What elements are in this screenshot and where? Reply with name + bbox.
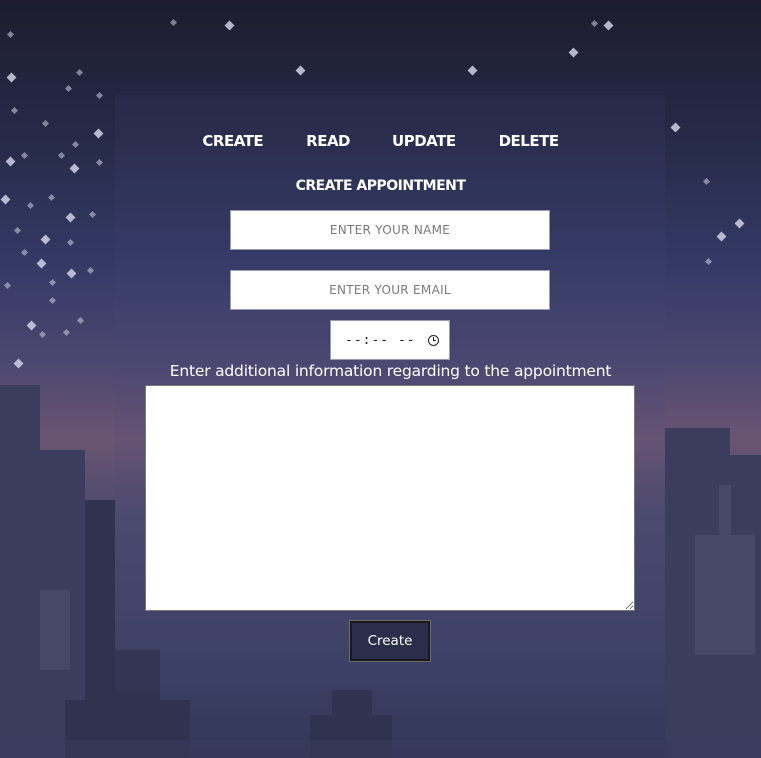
star-decoration	[75, 68, 84, 77]
star-decoration	[3, 281, 12, 290]
star-decoration	[169, 18, 178, 27]
star-decoration	[224, 20, 235, 31]
star-decoration	[568, 47, 579, 58]
time-input[interactable]: --:-- --	[330, 320, 450, 360]
star-decoration	[603, 20, 614, 31]
clock-icon[interactable]	[428, 334, 439, 346]
name-input[interactable]	[230, 210, 550, 250]
star-decoration	[26, 320, 37, 331]
star-decoration	[48, 278, 57, 287]
star-decoration	[5, 156, 16, 167]
star-decoration	[716, 231, 727, 242]
star-decoration	[670, 122, 681, 133]
star-decoration	[95, 158, 104, 167]
star-decoration	[95, 91, 104, 100]
star-decoration	[6, 72, 17, 83]
star-decoration	[76, 316, 85, 325]
building-silhouette	[719, 485, 731, 545]
star-decoration	[36, 258, 47, 269]
star-decoration	[47, 193, 56, 202]
star-decoration	[64, 84, 73, 93]
star-decoration	[48, 296, 57, 305]
star-decoration	[88, 210, 97, 219]
star-decoration	[26, 201, 35, 210]
star-decoration	[57, 151, 66, 160]
star-decoration	[66, 238, 75, 247]
crud-nav: CREATE READ UPDATE DELETE	[0, 132, 761, 150]
star-decoration	[6, 30, 15, 39]
nav-create[interactable]: CREATE	[202, 132, 263, 150]
star-decoration	[467, 65, 478, 76]
star-decoration	[65, 212, 76, 223]
star-decoration	[20, 151, 29, 160]
nav-read[interactable]: READ	[306, 132, 350, 150]
building-silhouette	[0, 385, 40, 758]
time-value: --:-- --	[345, 332, 416, 348]
nav-update[interactable]: UPDATE	[392, 132, 456, 150]
email-input[interactable]	[230, 270, 550, 310]
info-textarea[interactable]	[145, 385, 635, 611]
star-decoration	[704, 257, 713, 266]
star-decoration	[40, 234, 51, 245]
star-decoration	[590, 19, 599, 28]
star-decoration	[38, 330, 47, 339]
building-silhouette	[40, 590, 70, 670]
star-decoration	[0, 194, 11, 205]
nav-delete[interactable]: DELETE	[499, 132, 559, 150]
building-silhouette	[695, 535, 755, 655]
star-decoration	[10, 106, 19, 115]
star-decoration	[69, 163, 80, 174]
star-decoration	[20, 248, 29, 257]
ground	[0, 740, 761, 758]
star-decoration	[66, 268, 77, 279]
star-decoration	[86, 266, 95, 275]
star-decoration	[41, 119, 50, 128]
star-decoration	[734, 218, 745, 229]
form-title: CREATE APPOINTMENT	[295, 178, 466, 194]
star-decoration	[62, 328, 71, 337]
star-decoration	[295, 65, 306, 76]
info-label: Enter additional information regarding t…	[169, 362, 612, 380]
create-button[interactable]: Create	[349, 620, 431, 662]
star-decoration	[13, 226, 22, 235]
